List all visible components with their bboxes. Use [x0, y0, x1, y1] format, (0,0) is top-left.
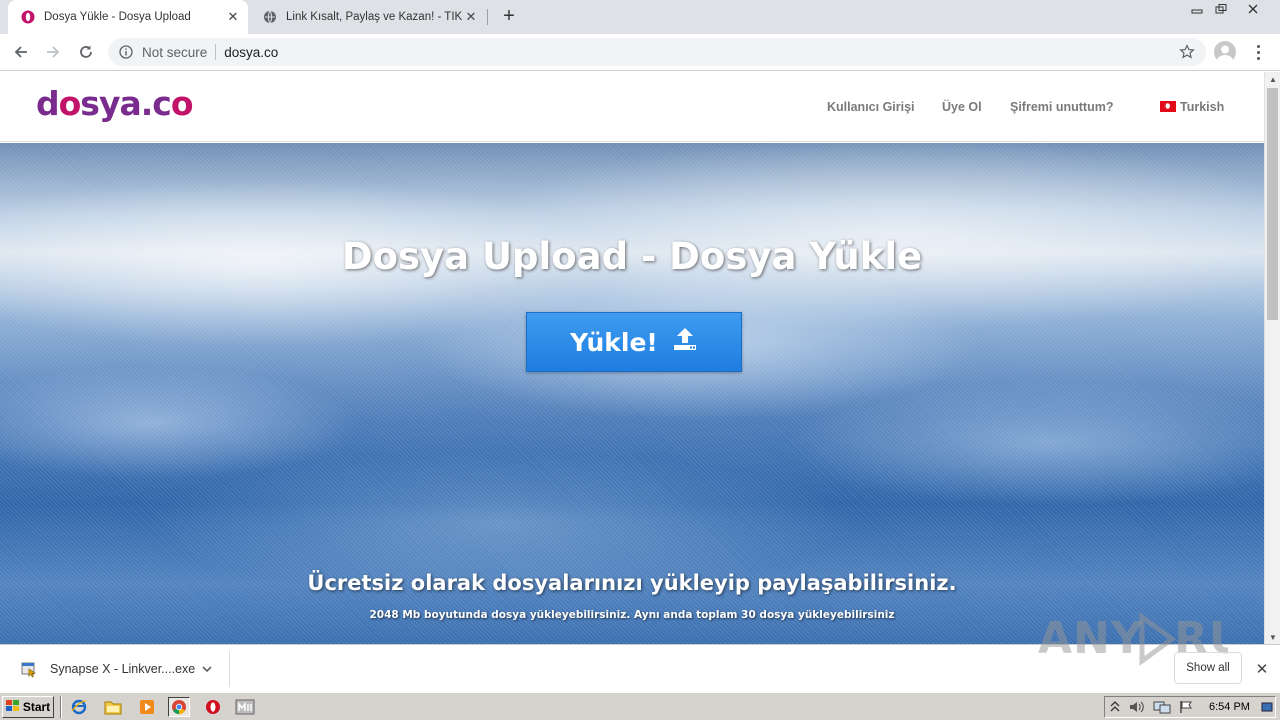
hero-title: Dosya Upload - Dosya Yükle [341, 235, 923, 278]
page-viewport: dosya.co Kullanıcı Girişi Üye Ol Şifremi… [0, 72, 1280, 644]
action-center-flag-icon[interactable] [1179, 700, 1193, 717]
omnibox-divider [215, 44, 217, 60]
hero-subtitle: Ücretsiz olarak dosyalarınızı yükleyip p… [307, 571, 957, 595]
svg-text:ANY: ANY [1038, 613, 1144, 664]
tab-divider [487, 9, 488, 25]
hero-section: Dosya Upload - Dosya Yükle Yükle! Ücrets… [0, 143, 1264, 644]
upload-icon [672, 326, 698, 358]
scroll-thumb[interactable] [1267, 88, 1278, 320]
show-desktop-icon[interactable] [1261, 701, 1273, 716]
browser-toolbar: Not secure dosya.co [0, 34, 1280, 71]
clock[interactable]: 6:54 PM [1209, 701, 1250, 713]
executable-file-icon [18, 658, 40, 680]
windows-taskbar: Start 6:54 PM [0, 692, 1280, 720]
restore-button[interactable] [1208, 0, 1234, 18]
system-tray: 6:54 PM [1104, 696, 1276, 718]
taskbar-separator [60, 696, 62, 718]
nav-login-link[interactable]: Kullanıcı Girişi [827, 100, 915, 114]
tab-title: Link Kısalt, Paylaş ve Kazan! - TIK.L [286, 11, 462, 23]
browser-menu-icon[interactable] [1250, 42, 1266, 62]
tab-link-kisalt[interactable]: Link Kısalt, Paylaş ve Kazan! - TIK.L ✕ [250, 0, 486, 34]
chevron-down-icon[interactable] [197, 659, 217, 679]
close-window-button[interactable] [1240, 0, 1266, 18]
download-item[interactable]: Synapse X - Linkver....exe [8, 651, 230, 687]
turkey-flag-icon [1160, 101, 1176, 112]
volume-icon[interactable] [1129, 700, 1145, 717]
windows-logo-icon [5, 699, 20, 715]
site-header: dosya.co Kullanıcı Girişi Üye Ol Şifremi… [0, 72, 1264, 142]
url-text[interactable]: dosya.co [224, 45, 278, 60]
opera-taskbar-icon[interactable] [202, 697, 224, 717]
opera-favicon-icon [20, 9, 36, 25]
language-selector[interactable]: Turkish [1160, 100, 1224, 114]
nav-register-link[interactable]: Üye Ol [942, 100, 982, 114]
forward-button[interactable] [40, 39, 66, 65]
globe-icon [262, 9, 278, 25]
internet-explorer-icon[interactable] [68, 697, 90, 717]
upload-button-label: Yükle! [570, 327, 658, 357]
tray-expand-icon[interactable] [1109, 700, 1121, 717]
file-explorer-icon[interactable] [102, 697, 124, 717]
chrome-taskbar-icon[interactable] [168, 697, 190, 717]
media-player-icon[interactable] [136, 697, 158, 717]
download-bar: Synapse X - Linkver....exe ANY RUN Show … [0, 612, 1280, 692]
security-status: Not secure [142, 44, 208, 60]
minimize-button[interactable] [1184, 0, 1210, 18]
scroll-up-arrow-icon[interactable]: ▲ [1265, 72, 1280, 86]
network-icon[interactable] [1153, 700, 1171, 717]
start-label: Start [22, 700, 51, 714]
profile-avatar-icon[interactable] [1214, 41, 1236, 63]
app-taskbar-icon[interactable] [234, 697, 256, 717]
start-button[interactable]: Start [2, 696, 54, 718]
close-tab-icon[interactable]: ✕ [462, 8, 480, 26]
site-logo[interactable]: dosya.co [36, 84, 193, 123]
tab-title: Dosya Yükle - Dosya Upload [44, 11, 191, 23]
browser-tab-bar: Dosya Yükle - Dosya Upload ✕ Link Kısalt… [0, 0, 1280, 34]
back-button[interactable] [8, 39, 34, 65]
download-file-name: Synapse X - Linkver....exe [50, 662, 196, 676]
nav-forgot-password-link[interactable]: Şifremi unuttum? [1010, 100, 1113, 114]
reload-button[interactable] [73, 39, 99, 65]
page-scrollbar[interactable]: ▲ ▼ [1264, 72, 1280, 644]
scroll-down-arrow-icon[interactable]: ▼ [1265, 630, 1280, 644]
info-icon[interactable] [118, 44, 134, 60]
show-all-downloads-button[interactable]: Show all [1174, 652, 1242, 684]
new-tab-button[interactable]: + [498, 6, 520, 28]
close-tab-icon[interactable]: ✕ [224, 8, 242, 26]
language-label: Turkish [1180, 100, 1225, 114]
tab-dosya-yukle[interactable]: Dosya Yükle - Dosya Upload ✕ [8, 0, 248, 34]
upload-button[interactable]: Yükle! [526, 312, 742, 372]
bookmark-star-icon[interactable] [1178, 43, 1196, 61]
close-download-bar-icon[interactable]: ✕ [1252, 659, 1272, 679]
address-bar[interactable]: Not secure dosya.co [108, 38, 1206, 66]
